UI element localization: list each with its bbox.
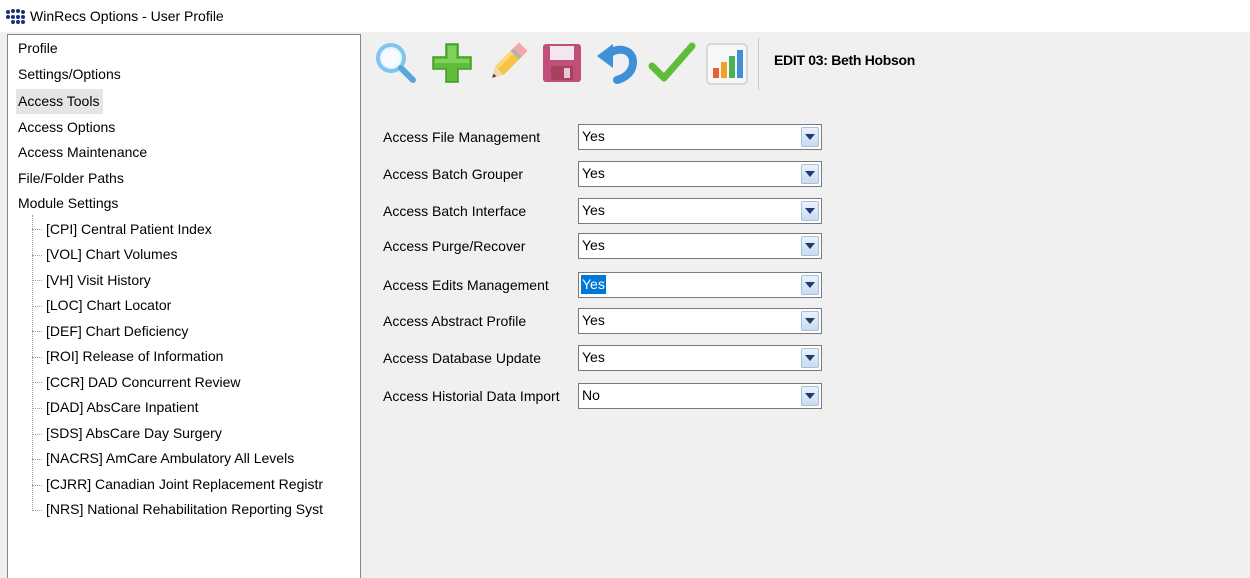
form-row: Access Historial Data Import No (0, 383, 1250, 411)
select-value: Yes (582, 349, 605, 365)
access-abstract-profile-select[interactable]: Yes (578, 308, 822, 334)
chevron-down-icon[interactable] (801, 311, 819, 331)
edit-icon (492, 42, 528, 78)
tree-item-settings-options[interactable]: Settings/Options (18, 62, 121, 87)
tree-connector (32, 510, 42, 511)
tree-child-sds[interactable]: [SDS] AbsCare Day Surgery (46, 421, 222, 446)
undo-button[interactable] (593, 38, 641, 88)
add-button[interactable] (428, 38, 476, 88)
access-edits-management-select[interactable]: Yes (578, 272, 822, 298)
tree-child-cjrr[interactable]: [CJRR] Canadian Joint Replacement Regist… (46, 472, 323, 497)
form-row: Access Abstract Profile Yes (0, 308, 1250, 336)
access-historial-data-import-select[interactable]: No (578, 383, 822, 409)
field-label: Access Batch Interface (383, 203, 527, 219)
select-value: Yes (582, 237, 605, 253)
chevron-down-icon[interactable] (801, 386, 819, 406)
select-value: Yes (582, 128, 605, 144)
tree-child-nrs[interactable]: [NRS] National Rehabilitation Reporting … (46, 497, 323, 522)
toolbar-separator (758, 38, 759, 90)
report-chart-icon (706, 43, 748, 85)
chevron-down-icon[interactable] (801, 164, 819, 184)
select-value: Yes (582, 312, 605, 328)
access-batch-grouper-select[interactable]: Yes (578, 161, 822, 187)
add-icon (432, 43, 472, 83)
save-button[interactable] (538, 38, 586, 88)
save-icon (543, 44, 581, 82)
access-file-management-select[interactable]: Yes (578, 124, 822, 150)
search-icon (376, 43, 416, 83)
chevron-down-icon[interactable] (801, 127, 819, 147)
field-label: Access File Management (383, 129, 541, 145)
edit-record-title: EDIT 03: Beth Hobson (774, 52, 916, 68)
form-row: Access Batch Interface Yes (0, 198, 1250, 226)
form-row: Access File Management Yes (0, 124, 1250, 152)
title-bar: WinRecs Options - User Profile (0, 0, 1250, 32)
app-logo-icon (4, 8, 26, 24)
tree-connector (32, 459, 42, 460)
field-label: Access Batch Grouper (383, 166, 524, 182)
form-row: Access Batch Grouper Yes (0, 161, 1250, 189)
field-label: Access Edits Management (383, 277, 549, 293)
select-value: Yes (581, 275, 606, 294)
field-label: Access Historial Data Import (383, 388, 560, 404)
chevron-down-icon[interactable] (801, 201, 819, 221)
tree-connector (32, 229, 42, 230)
field-label: Access Abstract Profile (383, 313, 527, 329)
chevron-down-icon[interactable] (801, 348, 819, 368)
field-label: Access Purge/Recover (383, 238, 526, 254)
form-row: Access Purge/Recover Yes (0, 233, 1250, 261)
select-value: Yes (582, 202, 605, 218)
select-value: Yes (582, 165, 605, 181)
form-row: Access Edits Management Yes (0, 272, 1250, 300)
form-row: Access Database Update Yes (0, 345, 1250, 373)
chevron-down-icon[interactable] (801, 275, 819, 295)
report-button[interactable] (703, 38, 751, 88)
search-button[interactable] (373, 38, 421, 88)
access-database-update-select[interactable]: Yes (578, 345, 822, 371)
tree-item-profile[interactable]: Profile (18, 36, 58, 61)
undo-icon (597, 44, 638, 84)
checkmark-icon (648, 42, 696, 82)
tree-connector (32, 485, 42, 486)
chevron-down-icon[interactable] (801, 236, 819, 256)
tree-connector (32, 306, 42, 307)
field-label: Access Database Update (383, 350, 541, 366)
select-value: No (582, 387, 600, 403)
access-purge-recover-select[interactable]: Yes (578, 233, 822, 259)
options-tree[interactable]: Profile Settings/Options Access Tools Ac… (7, 34, 361, 578)
accept-button[interactable] (648, 38, 696, 88)
access-batch-interface-select[interactable]: Yes (578, 198, 822, 224)
tree-connector (32, 434, 42, 435)
tree-item-access-tools[interactable]: Access Tools (16, 89, 104, 114)
window-title: WinRecs Options - User Profile (30, 8, 224, 24)
edit-button[interactable] (483, 38, 531, 88)
tree-child-nacrs[interactable]: [NACRS] AmCare Ambulatory All Levels (46, 446, 294, 471)
